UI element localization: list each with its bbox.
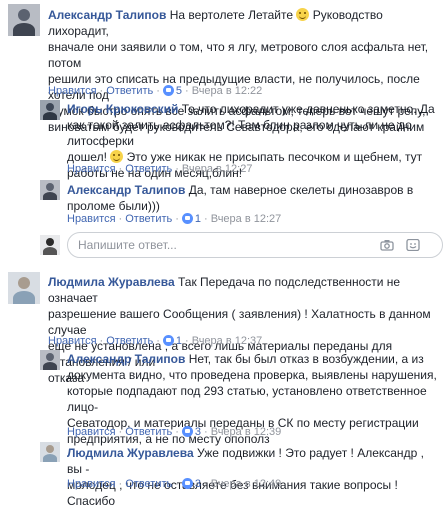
comment-line: разрешение вашего Сообщения ( заявления)…	[48, 307, 431, 337]
reply-link[interactable]: Ответить	[125, 478, 172, 490]
comment-line: которые подпадают под 293 статью, устано…	[67, 384, 427, 414]
timestamp[interactable]: Вчера в 12:27	[182, 163, 253, 175]
comment-author[interactable]: Людмила Журавлева	[67, 446, 194, 460]
timestamp[interactable]: Вчера в 12:39	[211, 426, 282, 438]
like-icon	[181, 426, 193, 437]
timestamp[interactable]: Вчера в 12:37	[192, 335, 263, 347]
timestamp[interactable]: Вчера в 12:22	[192, 85, 263, 97]
avatar[interactable]	[8, 272, 40, 304]
camera-icon[interactable]	[380, 239, 394, 251]
comment-line: проломе были)))	[67, 199, 160, 213]
like-icon	[162, 85, 174, 96]
reply-link[interactable]: Ответить	[106, 85, 153, 97]
comment-author[interactable]: Александр Талипов	[67, 183, 185, 197]
comment-line: документа видно, что проведена проверка,…	[67, 368, 437, 382]
like-link[interactable]: Нравится	[67, 426, 116, 438]
reply-placeholder: Напишите ответ...	[78, 238, 177, 252]
reply-link[interactable]: Ответить	[125, 163, 172, 175]
timestamp[interactable]: Вчера в 12:27	[211, 213, 282, 225]
reply-link[interactable]: Ответить	[125, 426, 172, 438]
timestamp[interactable]: Вчера в 12:49	[211, 478, 282, 490]
sticker-icon[interactable]	[406, 239, 420, 251]
like-link[interactable]: Нравится	[67, 163, 116, 175]
comment-actions: Нравится · Ответить · 1 · Вчера в 12:37	[48, 335, 263, 347]
comment-line: как такой залить асфальтом?! Там блин ра…	[67, 118, 412, 148]
like-icon	[162, 335, 174, 346]
smile-emoji-icon	[296, 8, 310, 21]
reply-link[interactable]: Ответить	[106, 335, 153, 347]
avatar[interactable]	[8, 4, 40, 36]
avatar[interactable]	[40, 100, 60, 120]
avatar[interactable]	[40, 350, 60, 370]
reply-link[interactable]: Ответить	[125, 213, 172, 225]
like-link[interactable]: Нравится	[67, 213, 116, 225]
like-icon	[181, 213, 193, 224]
current-user-avatar	[40, 235, 60, 255]
comment-actions: Нравится · Ответить · 1 · Вчера в 12:27	[67, 213, 282, 225]
like-link[interactable]: Нравится	[48, 335, 97, 347]
reply-input[interactable]: Напишите ответ...	[67, 232, 443, 258]
comment-actions: Нравится · Ответить · 5 · Вчера в 12:22	[48, 85, 263, 97]
comment-actions: Нравится · Ответить · Вчера в 12:27	[67, 163, 253, 175]
comment-text: Александр Талипов Да, там наверное скеле…	[67, 182, 442, 214]
comment-actions: Нравится · Ответить · 3 · Вчера в 12:39	[67, 426, 282, 438]
comment-author[interactable]: Александр Талипов	[48, 8, 166, 22]
comment-line: Нет, так бы был отказ в возбуждении, а и…	[188, 352, 424, 366]
comment-actions: Нравится · Ответить · 3 · Вчера в 12:49	[67, 478, 282, 490]
avatar[interactable]	[40, 442, 60, 462]
comment-author[interactable]: Александр Талипов	[67, 352, 185, 366]
comment-author[interactable]: Людмила Журавлева	[48, 275, 175, 289]
comment-author[interactable]: Игорь Крюковский	[67, 102, 178, 116]
comment-line: На вертолете Летайте	[169, 8, 294, 22]
comment-line: вначале они заявили о том, что я лгу, ме…	[48, 40, 429, 70]
comment-line: То,что лихорадит уже давненько заметно. …	[181, 102, 435, 116]
comment-line: Да, там наверное скелеты динозавров в	[188, 183, 414, 197]
like-link[interactable]: Нравится	[67, 478, 116, 490]
like-link[interactable]: Нравится	[48, 85, 97, 97]
like-icon	[181, 478, 193, 489]
avatar[interactable]	[40, 180, 60, 200]
